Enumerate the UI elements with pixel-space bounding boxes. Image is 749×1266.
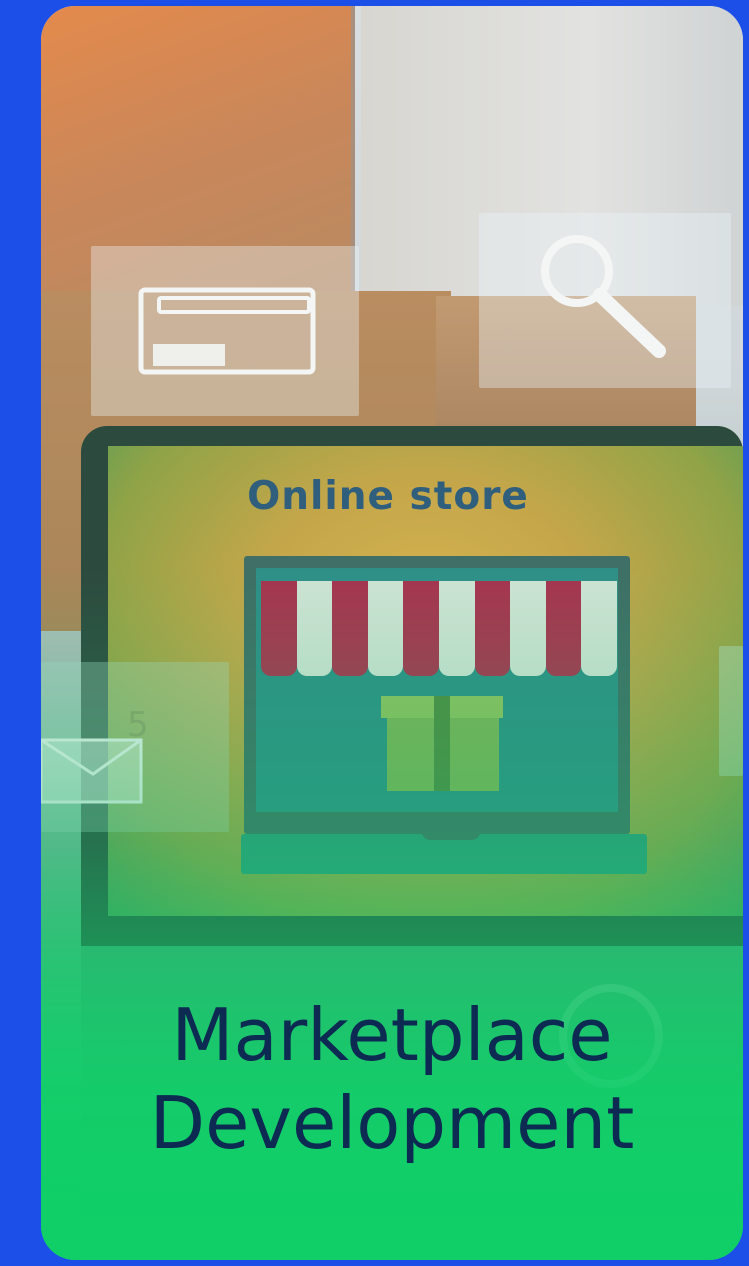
card-headline: Marketplace Development xyxy=(41,991,743,1167)
service-card[interactable]: Online store 5 Marketplace Development xyxy=(41,6,743,1260)
store-title: Online store xyxy=(247,474,529,519)
headline-line-2: Development xyxy=(149,1081,635,1165)
browser-window-icon xyxy=(91,246,359,416)
search-icon xyxy=(479,213,731,388)
headline-line-1: Marketplace xyxy=(171,993,613,1077)
